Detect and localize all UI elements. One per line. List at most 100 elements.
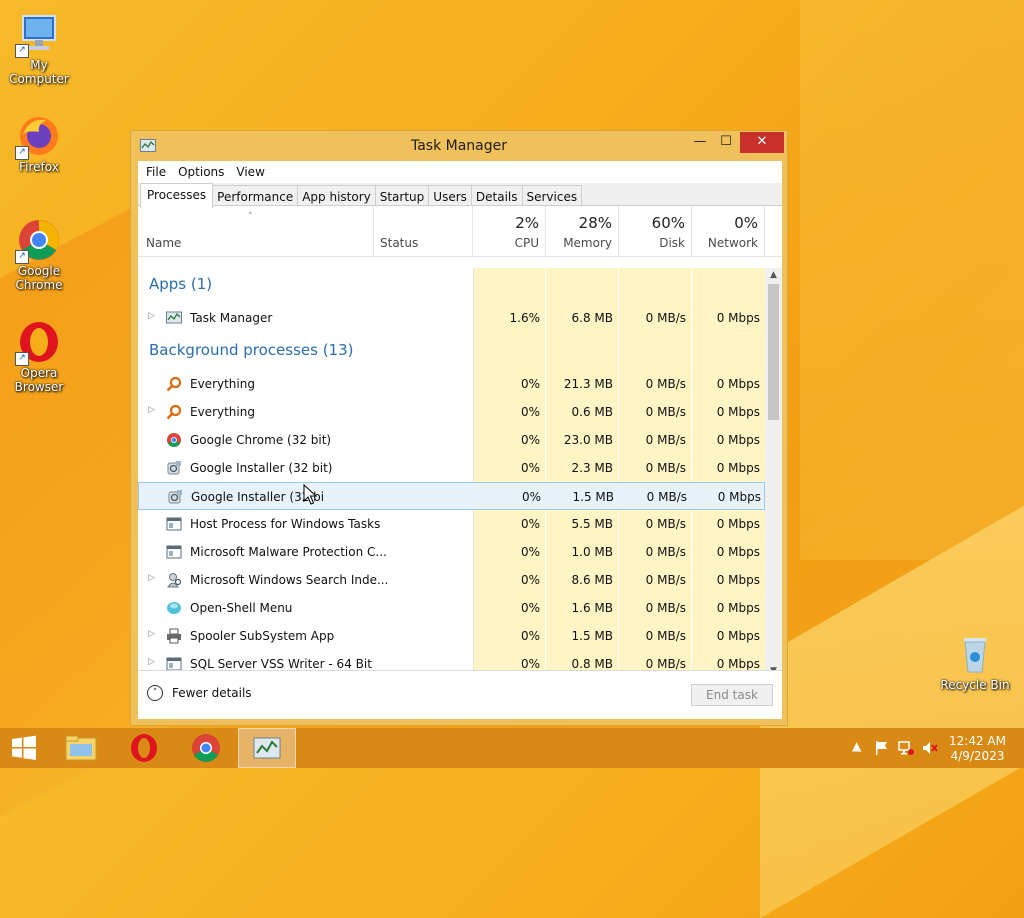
desktop-icon-my-computer[interactable]: ↗ My Computer <box>0 12 78 86</box>
process-disk: 0 MB/s <box>645 433 686 447</box>
process-row[interactable]: Google Installer (32 bit) 0% 2.3 MB 0 MB/s 0… <box>138 454 765 482</box>
process-row[interactable]: Google Chrome (32 bit) 0% 23.0 MB 0 MB/s 0 M… <box>138 426 765 454</box>
column-status-label: Status <box>380 236 419 250</box>
group-header-background[interactable]: Background processes (13) <box>149 341 354 359</box>
process-network: 0 Mbps <box>716 311 760 325</box>
process-network: 0 Mbps <box>716 433 760 447</box>
title-bar[interactable]: Task Manager — ☐ ✕ <box>131 131 787 161</box>
process-row[interactable]: Everything 0% 21.3 MB 0 MB/s 0 Mbps <box>138 370 765 398</box>
column-name[interactable]: ˄ Name <box>138 206 374 256</box>
process-cpu: 0% <box>520 461 540 475</box>
process-disk: 0 MB/s <box>645 629 686 643</box>
desktop-icon-google-chrome[interactable]: ↗ Google Chrome <box>0 218 78 292</box>
tab-startup[interactable]: Startup <box>375 185 430 206</box>
process-cpu: 0% <box>520 629 540 643</box>
taskbar-task-manager[interactable] <box>238 728 296 768</box>
process-list: Apps (1) Background processes (13) ▷ Task… <box>138 268 765 678</box>
task-manager-icon <box>253 737 281 759</box>
column-network-label: Network <box>707 236 758 250</box>
scroll-up-icon[interactable]: ▲ <box>765 270 782 280</box>
tab-users[interactable]: Users <box>429 185 472 206</box>
tab-app-history[interactable]: App history <box>298 185 376 206</box>
expand-arrow-icon[interactable]: ▷ <box>148 405 155 415</box>
expand-arrow-icon[interactable]: ▷ <box>148 629 155 639</box>
desktop-icon-label: My Computer <box>9 58 69 86</box>
process-memory: 1.5 MB <box>571 629 613 643</box>
footer-bar: ˄ Fewer details End task <box>138 670 782 719</box>
opera-icon: ↗ <box>15 320 61 366</box>
process-row[interactable]: Open-Shell Menu 0% 1.6 MB 0 MB/s 0 Mbps <box>138 594 765 622</box>
process-network: 0 Mbps <box>716 629 760 643</box>
show-hidden-icons-button[interactable]: ▲ <box>852 739 861 753</box>
scroll-thumb[interactable] <box>768 284 779 420</box>
expand-arrow-icon[interactable]: ▷ <box>148 311 155 321</box>
start-button[interactable] <box>0 728 56 768</box>
column-name-label: Name <box>146 236 182 250</box>
menu-bar: File Options View <box>138 161 782 183</box>
network-total: 0% <box>734 214 758 232</box>
maximize-button[interactable]: ☐ <box>713 132 739 153</box>
process-network: 0 Mbps <box>716 405 760 419</box>
action-center-flag-icon[interactable] <box>874 740 890 759</box>
process-memory: 1.6 MB <box>571 601 613 615</box>
window-client: File Options View Processes Performance … <box>138 161 782 719</box>
column-disk[interactable]: 60% Disk <box>619 206 692 256</box>
process-row[interactable]: ▷ Everything 0% 0.6 MB 0 MB/s 0 Mbps <box>138 398 765 426</box>
process-name: SQL Server VSS Writer - 64 Bit <box>190 657 372 671</box>
window-app-icon <box>166 544 182 560</box>
opera-icon <box>131 734 157 762</box>
menu-view[interactable]: View <box>230 161 270 183</box>
process-row[interactable]: ▷ Spooler SubSystem App 0% 1.5 MB 0 MB/s 0 Mb… <box>138 622 765 650</box>
process-cpu: 0% <box>520 517 540 531</box>
column-memory[interactable]: 28% Memory <box>546 206 619 256</box>
process-network: 0 Mbps <box>716 601 760 615</box>
process-disk: 0 MB/s <box>646 490 687 504</box>
process-network: 0 Mbps <box>716 545 760 559</box>
column-status[interactable]: Status <box>374 206 473 256</box>
process-disk: 0 MB/s <box>645 405 686 419</box>
close-button[interactable]: ✕ <box>740 132 784 153</box>
expand-arrow-icon[interactable]: ▷ <box>148 657 155 667</box>
process-row[interactable]: ▷ Microsoft Windows Search Inde... 0% 8.6 M… <box>138 566 765 594</box>
process-row[interactable]: ▷ Task Manager 1.6% 6.8 MB 0 MB/s 0 Mbps <box>138 304 765 332</box>
taskbar-chrome[interactable] <box>178 728 234 768</box>
shell-icon <box>166 600 182 616</box>
volume-muted-icon[interactable] <box>922 740 938 759</box>
process-memory: 0.6 MB <box>571 405 613 419</box>
tab-performance[interactable]: Performance <box>213 185 299 206</box>
tab-details[interactable]: Details <box>471 185 523 206</box>
chrome-icon <box>166 432 182 448</box>
minimize-button[interactable]: — <box>687 132 713 153</box>
process-row[interactable]: Google Installer (32 bi 0% 1.5 MB 0 MB/s 0 M… <box>138 482 765 510</box>
process-cpu: 0% <box>520 545 540 559</box>
process-row[interactable]: Microsoft Malware Protection C... 0% 1.0 M… <box>138 538 765 566</box>
column-cpu[interactable]: 2% CPU <box>473 206 546 256</box>
shortcut-arrow-icon: ↗ <box>15 250 29 264</box>
magnifier-icon <box>166 404 182 420</box>
desktop-icon-firefox[interactable]: ↗ Firefox <box>0 114 78 174</box>
system-clock[interactable]: 12:42 AM 4/9/2023 <box>949 734 1006 764</box>
desktop-icon-recycle-bin[interactable]: Recycle Bin <box>936 632 1014 692</box>
column-memory-label: Memory <box>563 236 612 250</box>
process-network: 0 Mbps <box>716 461 760 475</box>
column-network[interactable]: 0% Network <box>692 206 765 256</box>
taskbar: ▲ 12:42 AM 4/9/2023 <box>0 728 1024 768</box>
tab-services[interactable]: Services <box>522 185 583 206</box>
vertical-scrollbar[interactable]: ▲ ▼ <box>765 268 782 678</box>
process-name: Microsoft Malware Protection C... <box>190 545 387 559</box>
process-name: Google Chrome (32 bit) <box>190 433 332 447</box>
taskbar-opera[interactable] <box>116 728 172 768</box>
process-row[interactable]: Host Process for Windows Tasks 0% 5.5 MB 0 … <box>138 510 765 538</box>
desktop-icon-opera[interactable]: ↗ Opera Browser <box>0 320 78 394</box>
menu-options[interactable]: Options <box>172 161 230 183</box>
fewer-details-button[interactable]: ˄ Fewer details <box>147 685 252 701</box>
taskbar-file-explorer[interactable] <box>54 728 110 768</box>
process-disk: 0 MB/s <box>645 377 686 391</box>
menu-file[interactable]: File <box>140 161 172 183</box>
process-cpu: 0% <box>520 433 540 447</box>
network-icon[interactable] <box>898 740 914 759</box>
group-header-apps[interactable]: Apps (1) <box>149 275 212 293</box>
expand-arrow-icon[interactable]: ▷ <box>148 573 155 583</box>
process-memory: 23.0 MB <box>563 433 613 447</box>
end-task-button[interactable]: End task <box>691 684 773 706</box>
